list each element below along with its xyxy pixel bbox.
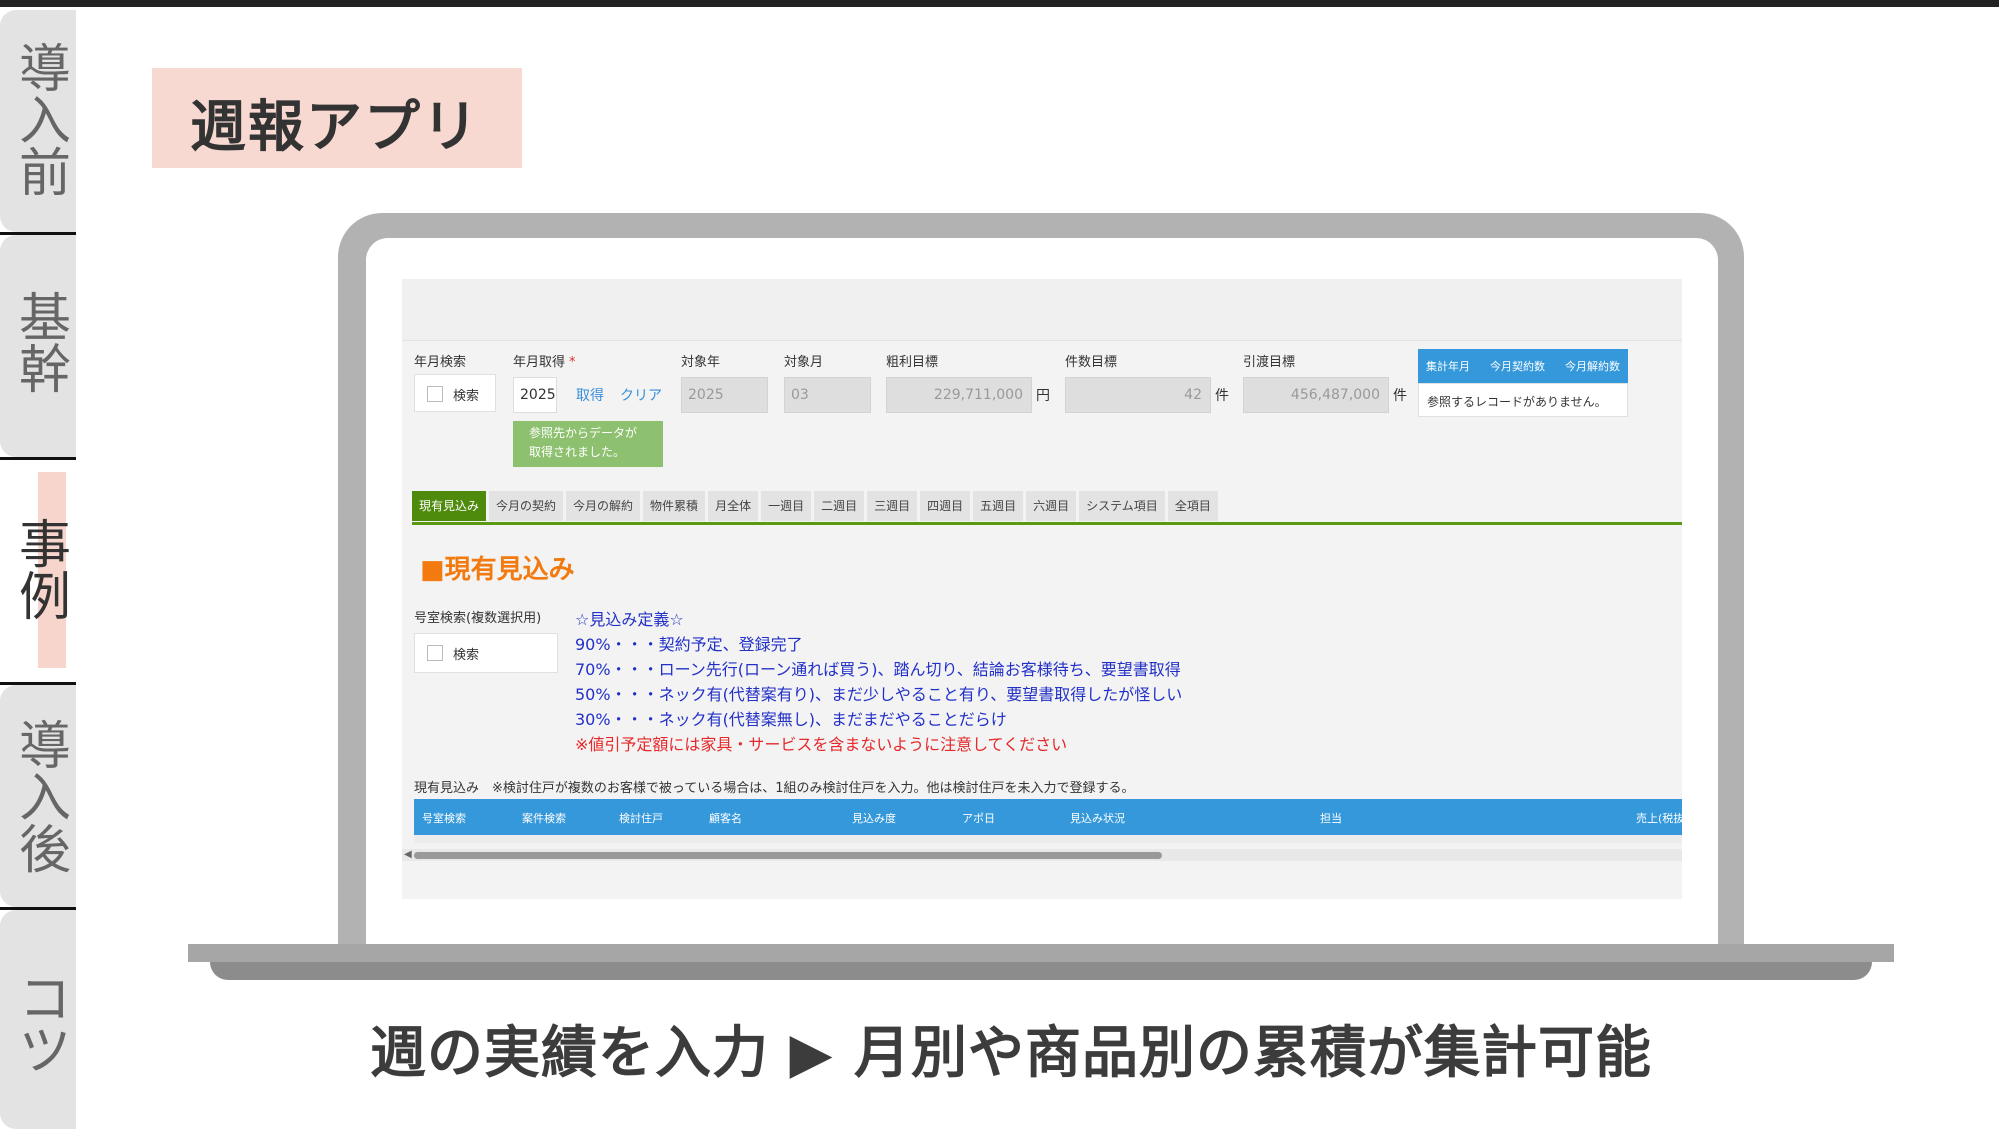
- side-tab-label: コ ツ: [18, 970, 71, 1082]
- grid-row: [414, 835, 1682, 843]
- definition-50: 50%・・・ネック有(代替案有り)、まだ少しやること有り、要望書取得したが怪しい: [575, 685, 1183, 704]
- summary-col-month: 集計年月: [1426, 360, 1470, 373]
- side-tab-label: 導 入 後: [18, 717, 71, 881]
- definition-90: 90%・・・契約予定、登録完了: [575, 635, 803, 654]
- ym-search-label: 年月検索: [414, 355, 467, 370]
- grid-col-status[interactable]: 見込み状況: [1070, 810, 1125, 826]
- checkbox-label: 検索: [453, 389, 480, 404]
- side-tab-core[interactable]: 基 幹: [0, 235, 76, 457]
- side-tab-tips[interactable]: コ ツ: [0, 910, 76, 1129]
- definition-30: 30%・・・ネック有(代替案無し)、まだまだやることだらけ: [575, 710, 1007, 729]
- grid-col-staff[interactable]: 担当: [1320, 810, 1342, 826]
- count-target-label: 件数目標: [1065, 355, 1118, 370]
- count-target-field: 42: [1065, 377, 1211, 413]
- checkbox-square[interactable]: [427, 645, 443, 661]
- grid-col-unit[interactable]: 検討住戸: [619, 810, 663, 826]
- room-search-label: 号室検索(複数選択用): [414, 611, 542, 626]
- required-mark: *: [569, 355, 576, 370]
- laptop-base-bottom: [210, 962, 1872, 980]
- slide: 導 入 前 基 幹 事 例 導 入 後 コ ツ 週報アプリ 年月検索 検索 年月…: [0, 0, 1999, 1129]
- grid-header: 号室検索 案件検索 検討住戸 顧客名 見込み度 アポ日 見込み状況 担当 売上(…: [414, 799, 1682, 835]
- tab-week-2[interactable]: 二週目: [814, 491, 865, 521]
- tab-monthly-contracts[interactable]: 今月の契約: [489, 491, 564, 521]
- get-link[interactable]: 取得: [576, 385, 604, 405]
- grid-col-sales[interactable]: 売上(税抜: [1636, 810, 1682, 826]
- section-title: ■現有見込み: [420, 555, 575, 585]
- side-tab-label: 基 幹: [18, 289, 71, 401]
- tab-week-3[interactable]: 三週目: [867, 491, 918, 521]
- ym-get-input[interactable]: 2025: [513, 377, 557, 413]
- laptop-base: [188, 944, 1894, 962]
- side-tab-label: 事 例: [18, 516, 71, 628]
- count-target-unit: 件: [1215, 388, 1229, 404]
- grid-col-room-search[interactable]: 号室検索: [422, 810, 466, 826]
- room-search-checkbox[interactable]: 検索: [414, 633, 558, 673]
- definitions-heading: ☆見込み定義☆: [575, 610, 684, 629]
- gross-target-label: 粗利目標: [886, 355, 939, 370]
- scroll-left-icon[interactable]: ◀: [404, 849, 412, 860]
- table-note: 現有見込み ※検討住戸が複数のお客様で被っている場合は、1組のみ検討住戸を入力。…: [414, 781, 1135, 796]
- target-year-field: 2025: [681, 377, 768, 413]
- summary-empty: 参照するレコードがありません。: [1418, 383, 1628, 417]
- discount-warning: ※値引予定額には家具・サービスを含まないように注意してください: [575, 735, 1068, 754]
- tab-system-fields[interactable]: システム項目: [1079, 491, 1165, 521]
- summary-table: 集計年月 今月契約数 今月解約数 参照するレコードがありません。: [1418, 349, 1628, 417]
- tab-week-4[interactable]: 四週目: [920, 491, 971, 521]
- handover-target-field: 456,487,000: [1243, 377, 1389, 413]
- scrollbar-thumb[interactable]: [414, 852, 1162, 859]
- top-border: [0, 0, 1999, 7]
- side-tab-pre-introduction[interactable]: 導 入 前: [0, 10, 76, 232]
- grid-col-case-search[interactable]: 案件検索: [522, 810, 566, 826]
- tab-property-cumulative[interactable]: 物件累積: [643, 491, 706, 521]
- prospect-definitions: ☆見込み定義☆ 90%・・・契約予定、登録完了 70%・・・ローン先行(ローン通…: [575, 607, 1182, 757]
- gross-target-unit: 円: [1036, 388, 1050, 404]
- side-tab-case-study[interactable]: 事 例: [0, 460, 76, 682]
- summary-col-cancellations: 今月解約数: [1565, 360, 1620, 373]
- side-tab-post-introduction[interactable]: 導 入 後: [0, 685, 76, 907]
- handover-target-label: 引渡目標: [1243, 355, 1296, 370]
- grid-col-customer[interactable]: 顧客名: [709, 810, 742, 826]
- grid-col-appointment[interactable]: アポ日: [962, 810, 995, 826]
- tab-week-1[interactable]: 一週目: [761, 491, 812, 521]
- summary-header: 集計年月 今月契約数 今月解約数: [1418, 349, 1628, 383]
- definition-70: 70%・・・ローン先行(ローン通れば買う)、踏ん切り、結論お客様待ち、要望書取得: [575, 660, 1181, 679]
- tab-week-6[interactable]: 六週目: [1026, 491, 1077, 521]
- target-month-label: 対象月: [784, 355, 824, 370]
- clear-link[interactable]: クリア: [620, 385, 662, 405]
- tab-monthly-cancellations[interactable]: 今月の解約: [566, 491, 641, 521]
- tab-underline: [412, 522, 1682, 525]
- ym-search-checkbox[interactable]: 検索: [414, 374, 496, 412]
- checkbox-square[interactable]: [427, 386, 443, 402]
- tab-all-fields[interactable]: 全項目: [1167, 491, 1218, 521]
- tab-current-prospects[interactable]: 現有見込み: [412, 491, 487, 521]
- gross-target-field: 229,711,000: [886, 377, 1032, 413]
- tab-week-5[interactable]: 五週目: [973, 491, 1024, 521]
- tab-whole-month[interactable]: 月全体: [708, 491, 759, 521]
- app-header-strip: [402, 279, 1682, 341]
- checkbox-label: 検索: [453, 648, 480, 663]
- side-tab-label: 導 入 前: [18, 40, 71, 204]
- summary-col-contracts: 今月契約数: [1490, 360, 1545, 373]
- handover-target-unit: 件: [1393, 388, 1407, 404]
- ym-get-label: 年月取得 *: [513, 355, 576, 370]
- page-title: 週報アプリ: [190, 95, 480, 160]
- tab-bar: 現有見込み 今月の契約 今月の解約 物件累積 月全体 一週目 二週目 三週目 四…: [412, 491, 1221, 521]
- target-month-field: 03: [784, 377, 871, 413]
- slide-caption: 週の実績を入力 ▶ 月別や商品別の累積が集計可能: [370, 1021, 1653, 1086]
- app-screenshot: 年月検索 検索 年月取得 * 2025 取得 クリア 参照先からデータが取得されま…: [402, 279, 1682, 899]
- success-notice: 参照先からデータが取得されました。: [513, 421, 663, 467]
- grid-col-probability[interactable]: 見込み度: [852, 810, 896, 826]
- target-year-label: 対象年: [681, 355, 721, 370]
